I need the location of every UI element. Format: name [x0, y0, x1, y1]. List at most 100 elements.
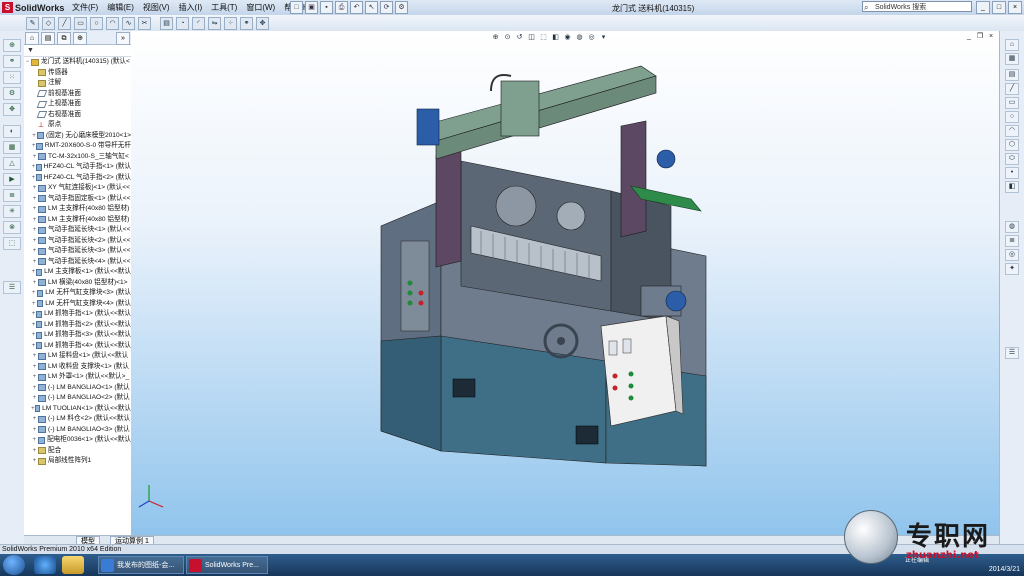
expand-icon[interactable]: +	[31, 456, 38, 467]
expand-icon[interactable]: +	[31, 278, 38, 289]
close-button[interactable]: ×	[1008, 1, 1022, 14]
tree-node[interactable]: 上视基准面	[24, 99, 131, 110]
view-palette-icon[interactable]: ◧	[1005, 181, 1019, 193]
tree-node[interactable]: + LM 抓物手指<2> (默认<<默认	[24, 320, 131, 331]
exploded-view-icon[interactable]: ✳	[3, 205, 21, 218]
tree-node[interactable]: + 气动手指延长块<1> (默认<<	[24, 225, 131, 236]
mate-icon[interactable]: ⚭	[240, 17, 253, 30]
arc-icon[interactable]: ◠	[106, 17, 119, 30]
pane-toggle-icon[interactable]: ☰	[1005, 347, 1019, 359]
custom-properties-icon[interactable]: ≣	[1005, 235, 1019, 247]
tree-node[interactable]: ⊥ 原点	[24, 120, 131, 131]
tree-node[interactable]: + RMT-20X600-S-0 带导杆无杆	[24, 141, 131, 152]
start-button-icon[interactable]	[3, 555, 25, 575]
configuration-manager-tab-icon[interactable]: ⧉	[57, 32, 71, 45]
maximize-button[interactable]: □	[992, 1, 1006, 14]
tree-node[interactable]: + 配合	[24, 446, 131, 457]
graphics-viewport[interactable]: ⊕ ⊙ ↺ ◫ ⬚ ◧ ◉ ◍ ◎ ▾ _ ❐ ×	[131, 31, 999, 544]
resources-icon[interactable]: ⌂	[1005, 39, 1019, 51]
trim-icon[interactable]: ✂	[138, 17, 151, 30]
new-document-icon[interactable]: □	[290, 1, 303, 14]
mirror-icon[interactable]: ⇋	[208, 17, 221, 30]
menu-file[interactable]: 文件(F)	[72, 2, 98, 13]
expand-icon[interactable]: +	[31, 215, 38, 226]
new-motion-study-icon[interactable]: ▶	[3, 173, 21, 186]
machine-model[interactable]	[131, 31, 999, 544]
revolve-icon[interactable]: ◔	[176, 17, 189, 30]
linear-pattern-icon[interactable]: ⁙	[3, 71, 21, 84]
tree-node[interactable]: + LM 接料盘<1> (默认<<默认	[24, 351, 131, 362]
dim-xpert-tab-icon[interactable]: ⊕	[73, 32, 87, 45]
expand-icon[interactable]: +	[31, 414, 38, 425]
tree-node[interactable]: + (-) LM BANGLIAO<2> (默认	[24, 393, 131, 404]
menu-edit[interactable]: 编辑(E)	[107, 2, 134, 13]
rect-sketch-icon[interactable]: ▭	[1005, 97, 1019, 109]
open-folder-icon[interactable]: ▣	[305, 1, 318, 14]
tree-node[interactable]: + LM 无杆气缸支撑块<3> (默认	[24, 288, 131, 299]
tree-node[interactable]: 右视基准面	[24, 110, 131, 121]
tree-root[interactable]: − 龙门式 送料机(140315) (默认<	[24, 57, 131, 68]
menu-view[interactable]: 视图(V)	[143, 2, 170, 13]
select-icon[interactable]: ↖	[365, 1, 378, 14]
tree-node[interactable]: + LM 主支撑杆(40x80 铝型材)	[24, 215, 131, 226]
expand-icon[interactable]: +	[31, 225, 38, 236]
tree-node[interactable]: + (固定) 无心磨床模型2010<1>	[24, 131, 131, 142]
tree-node[interactable]: + 气动手指延长块<3> (默认<<	[24, 246, 131, 257]
menu-window[interactable]: 窗口(W)	[246, 2, 275, 13]
print-icon[interactable]: ⎙	[335, 1, 348, 14]
expand-icon[interactable]: +	[31, 152, 38, 163]
tree-node[interactable]: + HFZ40-CL 气动手指<1> (默认	[24, 162, 131, 173]
expand-icon[interactable]: +	[31, 383, 38, 394]
move-tool-icon[interactable]: ✥	[3, 103, 21, 116]
insert-component-icon[interactable]: ⊕	[3, 39, 21, 52]
design-library-icon[interactable]: ▦	[1005, 53, 1019, 65]
smart-fasteners-icon[interactable]: ⚙	[3, 87, 21, 100]
taskbar-item-solidworks[interactable]: SolidWorks Pre...	[186, 556, 268, 574]
expand-icon[interactable]: +	[31, 257, 38, 268]
tree-node[interactable]: + (-) LM BANGLIAO<1> (默认	[24, 383, 131, 394]
pattern-icon[interactable]: ⁘	[224, 17, 237, 30]
decals-icon[interactable]: ✦	[1005, 263, 1019, 275]
instant3d-icon[interactable]: ⬚	[3, 237, 21, 250]
assembly-features-icon[interactable]: ▦	[3, 141, 21, 154]
rectangle-icon[interactable]: ▭	[74, 17, 87, 30]
expand-icon[interactable]: +	[31, 351, 38, 362]
tree-node[interactable]: + 气动手指延长块<2> (默认<<	[24, 236, 131, 247]
tree-node[interactable]: 前视基准面	[24, 89, 131, 100]
arc-sketch-icon[interactable]: ◠	[1005, 125, 1019, 137]
polygon-sketch-icon[interactable]: ⬡	[1005, 139, 1019, 151]
tree-filter[interactable]: ▼	[24, 45, 131, 57]
reference-geometry-icon[interactable]: △	[3, 157, 21, 170]
tree-node[interactable]: + LM 抓物手指<4> (默认<<默认	[24, 341, 131, 352]
tree-node[interactable]: + 局部线性阵列1	[24, 456, 131, 467]
save-icon[interactable]: ▪	[320, 1, 333, 14]
smart-dimension-icon[interactable]: ◇	[42, 17, 55, 30]
tree-node[interactable]: + LM 收料盘 支撑块<1> (默认	[24, 362, 131, 373]
tree-node[interactable]: + LM 外罩<1> (默认<<默认>_	[24, 372, 131, 383]
expand-icon[interactable]: +	[31, 372, 38, 383]
menu-tools[interactable]: 工具(T)	[211, 2, 237, 13]
tree-node[interactable]: + LM 抓物手指<3> (默认<<默认	[24, 330, 131, 341]
expand-icon[interactable]: +	[31, 246, 38, 257]
undo-icon[interactable]: ↶	[350, 1, 363, 14]
expand-icon[interactable]: +	[31, 204, 38, 215]
tree-node[interactable]: + 气动手指固定板<1> (默认<<	[24, 194, 131, 205]
expand-icon[interactable]: +	[31, 446, 38, 457]
mate-tool-icon[interactable]: ⚭	[3, 55, 21, 68]
extrude-icon[interactable]: ▤	[160, 17, 173, 30]
ie-pinned-icon[interactable]	[34, 556, 56, 574]
tree-node[interactable]: + LM TUOLIAN<1> (默认<<默认	[24, 404, 131, 415]
tree-node[interactable]: + LM 主支撑板<1> (默认<<默认	[24, 267, 131, 278]
bill-of-materials-icon[interactable]: ≣	[3, 189, 21, 202]
tree-node[interactable]: + TC-M-32x100-S_三轴气缸<	[24, 152, 131, 163]
fillet-icon[interactable]: ◜	[192, 17, 205, 30]
expand-icon[interactable]: +	[31, 425, 38, 436]
sidebar-toggle-icon[interactable]: ☰	[3, 281, 21, 294]
taskbar-item-browser[interactable]: 我发布的图纸-会...	[98, 556, 184, 574]
sketch-icon[interactable]: ✎	[26, 17, 39, 30]
line-icon[interactable]: ╱	[58, 17, 71, 30]
feature-manager-tab-icon[interactable]: ⌂	[25, 32, 39, 45]
search-input[interactable]: ⌕ SolidWorks 搜索	[862, 1, 972, 12]
folder-pinned-icon[interactable]	[62, 556, 84, 574]
app-logo[interactable]: S SolidWorks	[2, 1, 64, 14]
